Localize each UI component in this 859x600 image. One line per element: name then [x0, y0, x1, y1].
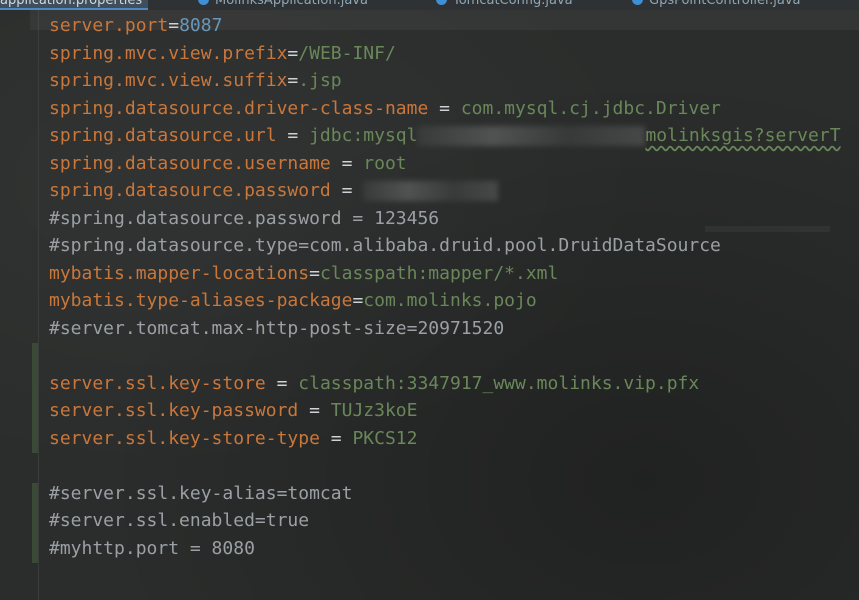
code-line[interactable]: spring.datasource.password =: [49, 177, 499, 204]
tab-label: TomcatConfig.java: [453, 0, 573, 8]
property-value: root: [363, 153, 407, 174]
tab-label: application.properties: [0, 0, 143, 8]
comment-text: #server.ssl.key-alias=tomcat: [49, 483, 353, 504]
separator: =: [352, 290, 364, 311]
comment-text: #server.tomcat.max-http-post-size=209715…: [49, 318, 505, 339]
separator: =: [287, 70, 299, 91]
property-value: PKCS12: [352, 428, 418, 449]
selection-highlight: [705, 226, 830, 232]
property-key: spring.datasource.url: [49, 125, 277, 146]
code-line[interactable]: mybatis.mapper-locations=classpath:mappe…: [49, 260, 558, 287]
property-key: mybatis.type-aliases-package: [49, 290, 353, 311]
property-key: server.ssl.key-password: [49, 400, 299, 421]
code-line[interactable]: #server.tomcat.max-http-post-size=209715…: [49, 315, 504, 342]
property-key: spring.mvc.view.suffix: [49, 70, 288, 91]
comment-text: #spring.datasource.type=com.alibaba.drui…: [49, 235, 721, 256]
code-line[interactable]: spring.datasource.driver-class-name = co…: [49, 95, 721, 122]
code-line[interactable]: server.ssl.key-password = TUJz3koE: [49, 397, 417, 424]
code-line[interactable]: spring.datasource.username = root: [49, 150, 407, 177]
code-line[interactable]: spring.mvc.view.prefix=/WEB-INF/: [49, 40, 396, 67]
property-key: server.port: [49, 15, 169, 36]
comment-text: #myhttp.port = 8080: [49, 538, 255, 559]
property-value: 8087: [179, 15, 223, 36]
property-key: spring.datasource.driver-class-name: [49, 98, 429, 119]
separator: =: [168, 15, 180, 36]
separator: =: [265, 373, 299, 394]
property-value: TUJz3koE: [330, 400, 418, 421]
separator: =: [309, 263, 320, 284]
property-value: .jsp: [298, 70, 342, 91]
tab-label: MolinksApplication.java: [215, 0, 368, 8]
property-value: jdbc:mysql: [309, 125, 418, 146]
property-value: classpath:3347917_www.molinks.vip.pfx: [298, 373, 700, 394]
separator: =: [298, 400, 331, 421]
property-key: spring.datasource.username: [49, 153, 331, 174]
code-line[interactable]: #spring.datasource.password = 123456: [49, 205, 439, 232]
tab-label: GpsPointController.java: [649, 0, 801, 8]
code-line[interactable]: spring.datasource.url = jdbc:mysql molink…: [49, 122, 841, 149]
tab-application-properties[interactable]: application.properties: [0, 0, 149, 10]
redacted-region: [363, 181, 499, 201]
java-class-icon: [632, 0, 643, 5]
property-key: server.ssl.key-store: [49, 373, 266, 394]
code-line[interactable]: mybatis.type-aliases-package=com.molinks…: [49, 287, 537, 314]
vcs-change-marker[interactable]: [32, 343, 38, 453]
java-class-icon: [436, 0, 447, 5]
code-line[interactable]: server.port=8087: [49, 12, 222, 39]
property-value: com.mysql.cj.jdbc.Driver: [460, 98, 721, 119]
code-line[interactable]: #server.ssl.enabled=true: [49, 507, 309, 534]
code-line[interactable]: server.ssl.key-store-type = PKCS12: [49, 425, 417, 452]
property-key: spring.mvc.view.prefix: [49, 43, 288, 64]
code-line[interactable]: #myhttp.port = 8080: [49, 535, 255, 562]
comment-text: #server.ssl.enabled=true: [49, 510, 310, 531]
tab-tomcat-config[interactable]: TomcatConfig.java: [436, 0, 573, 8]
code-line[interactable]: #server.ssl.key-alias=tomcat: [49, 480, 352, 507]
separator: =: [330, 153, 364, 174]
code-line[interactable]: #spring.datasource.type=com.alibaba.drui…: [49, 232, 721, 259]
property-value: /WEB-INF/: [298, 43, 396, 64]
tab-gps-point-controller[interactable]: GpsPointController.java: [632, 0, 801, 8]
gutter-divider: [38, 10, 39, 600]
code-line[interactable]: server.ssl.key-store = classpath:3347917…: [49, 370, 699, 397]
property-value: classpath:mapper/*.xml: [319, 263, 559, 284]
property-key: mybatis.mapper-locations: [49, 263, 310, 284]
separator: =: [319, 428, 353, 449]
code-editor[interactable]: application.properties MolinksApplicatio…: [0, 0, 859, 600]
vcs-change-marker[interactable]: [32, 483, 38, 563]
java-class-icon: [198, 0, 209, 5]
property-key: server.ssl.key-store-type: [49, 428, 320, 449]
property-value: com.molinks.pojo: [363, 290, 537, 311]
redacted-region: [417, 126, 646, 146]
separator: =: [330, 180, 364, 201]
code-line[interactable]: spring.mvc.view.suffix=.jsp: [49, 67, 342, 94]
separator: =: [287, 43, 299, 64]
comment-text: #spring.datasource.password = 123456: [49, 208, 440, 229]
tab-molinks-application[interactable]: MolinksApplication.java: [198, 0, 368, 8]
property-value-tail: molinksgis?serverT: [645, 125, 841, 146]
property-key: spring.datasource.password: [49, 180, 331, 201]
separator: =: [276, 125, 310, 146]
separator: =: [428, 98, 461, 119]
editor-tab-bar: application.properties MolinksApplicatio…: [0, 0, 859, 10]
